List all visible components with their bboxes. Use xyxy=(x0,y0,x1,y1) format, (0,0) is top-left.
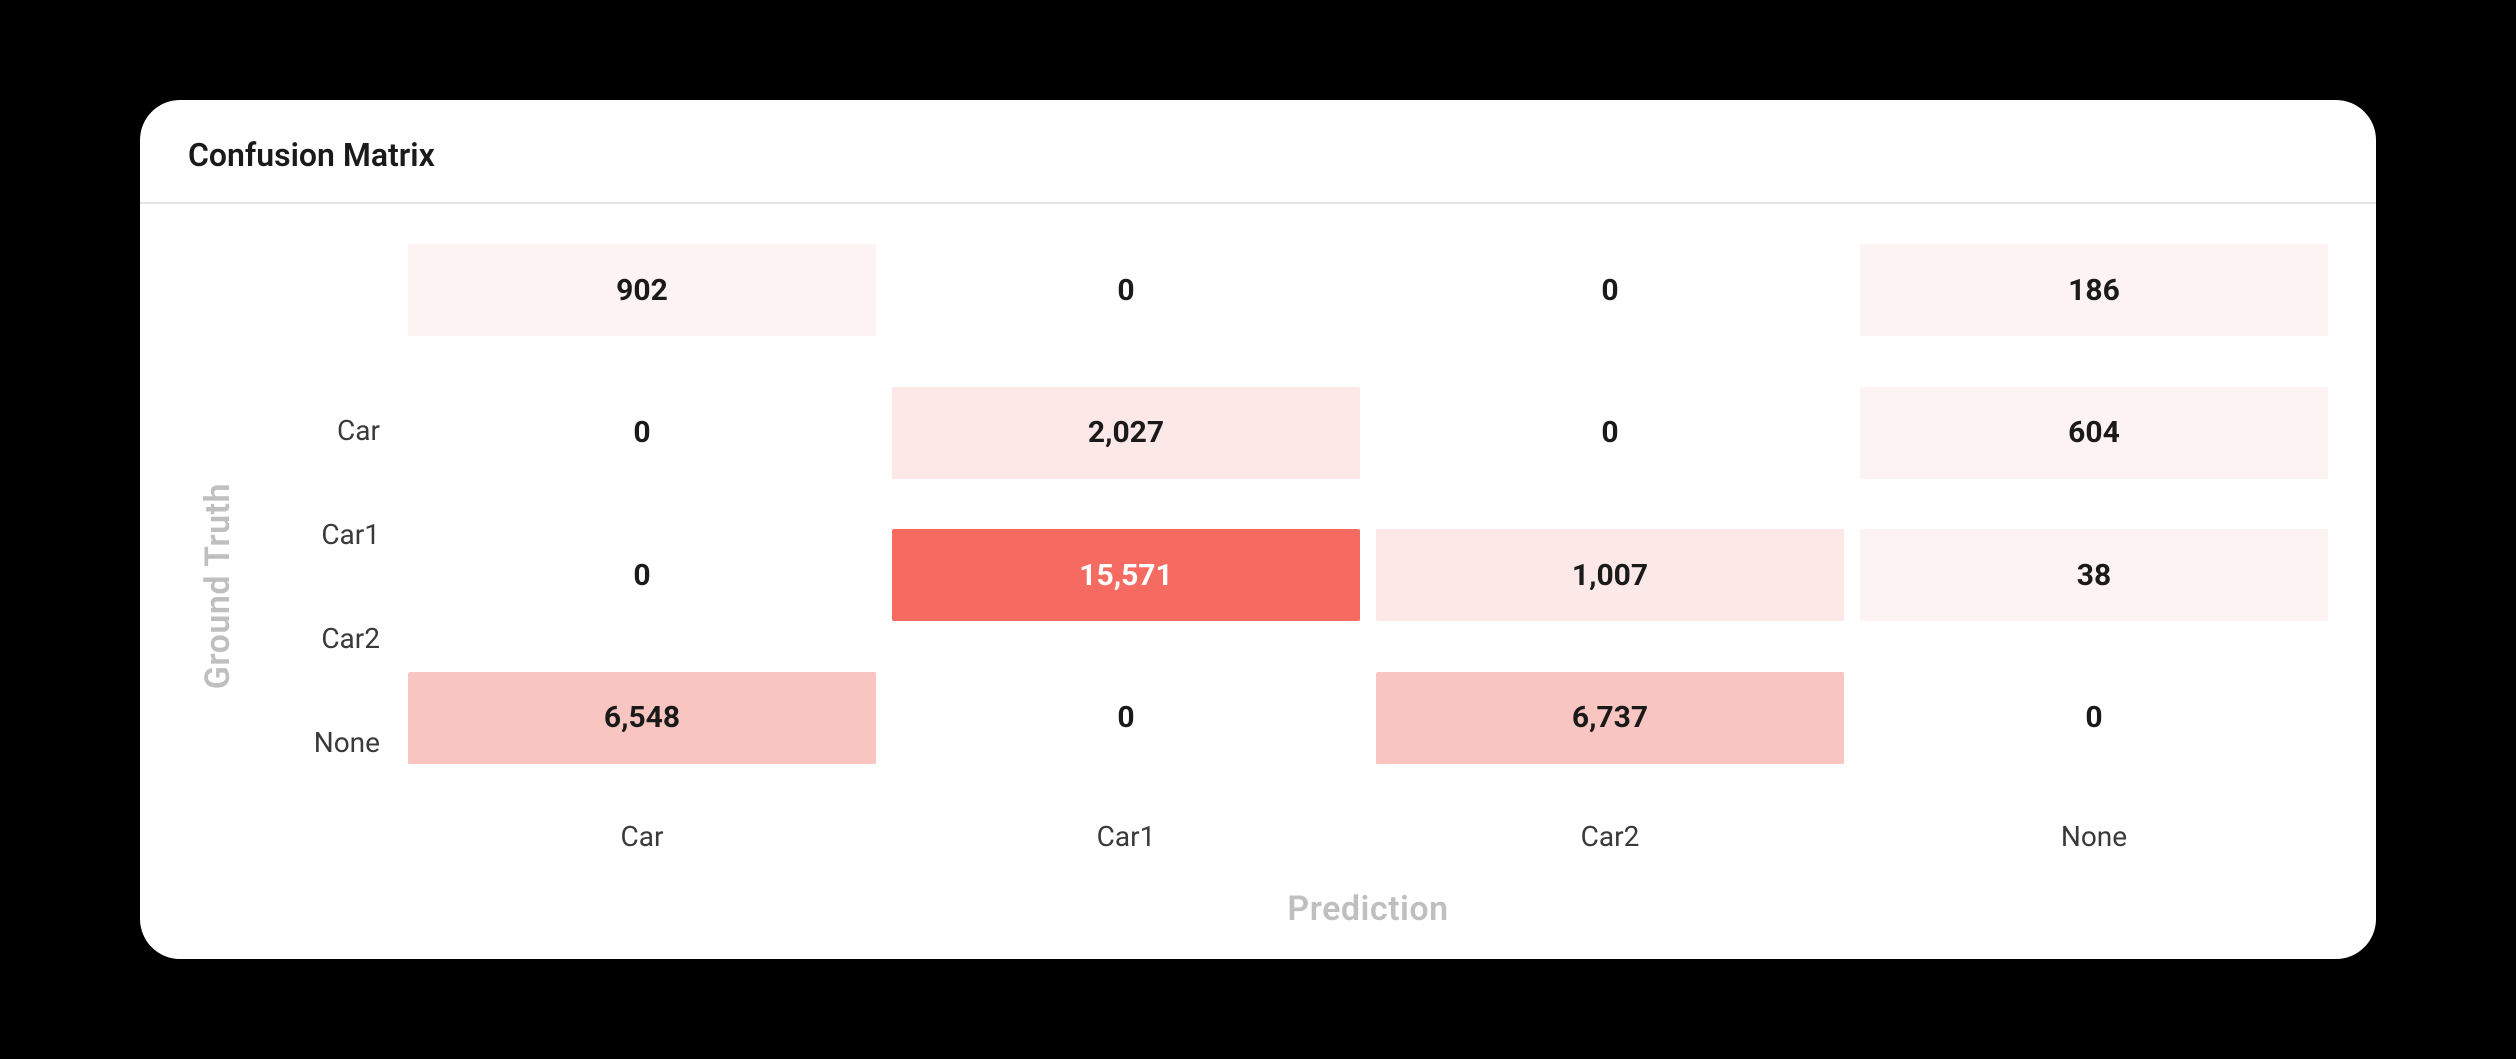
matrix-cell[interactable]: 0 xyxy=(1376,387,1844,479)
matrix-cell[interactable]: 15,571 xyxy=(892,529,1360,621)
grid-wrapper: 902 0 0 186 0 2,027 0 604 0 15,571 1,007… xyxy=(408,244,2328,929)
col-label: Car xyxy=(408,820,876,853)
matrix-cell[interactable]: 0 xyxy=(1860,672,2328,764)
row-label: None xyxy=(248,697,408,789)
col-labels: Car Car1 Car2 None xyxy=(408,820,2328,853)
matrix-cell[interactable]: 6,548 xyxy=(408,672,876,764)
col-label: Car2 xyxy=(1376,820,1844,853)
heatmap-grid: 902 0 0 186 0 2,027 0 604 0 15,571 1,007… xyxy=(408,244,2328,802)
matrix-cell[interactable]: 38 xyxy=(1860,529,2328,621)
matrix-area: Ground Truth Car Car1 Car2 None 902 0 0 … xyxy=(188,244,2328,929)
row-labels: Car Car1 Car2 None xyxy=(248,244,408,929)
row-label: Car2 xyxy=(248,593,408,685)
row-label: Car1 xyxy=(248,489,408,581)
matrix-cell[interactable]: 0 xyxy=(1376,244,1844,336)
col-label: None xyxy=(1860,820,2328,853)
card-header: Confusion Matrix xyxy=(140,100,2376,204)
y-axis-label: Ground Truth xyxy=(198,483,238,689)
x-axis-label: Prediction xyxy=(408,889,2328,929)
matrix-cell[interactable]: 2,027 xyxy=(892,387,1360,479)
confusion-matrix-card: Confusion Matrix Ground Truth Car Car1 C… xyxy=(140,100,2376,959)
y-axis-label-container: Ground Truth xyxy=(188,244,248,929)
col-label: Car1 xyxy=(892,820,1360,853)
matrix-cell[interactable]: 186 xyxy=(1860,244,2328,336)
card-body: Ground Truth Car Car1 Car2 None 902 0 0 … xyxy=(140,204,2376,959)
matrix-cell[interactable]: 1,007 xyxy=(1376,529,1844,621)
matrix-cell[interactable]: 0 xyxy=(408,529,876,621)
matrix-cell[interactable]: 902 xyxy=(408,244,876,336)
card-title: Confusion Matrix xyxy=(188,136,2328,174)
matrix-cell[interactable]: 6,737 xyxy=(1376,672,1844,764)
matrix-cell[interactable]: 0 xyxy=(892,672,1360,764)
matrix-cell[interactable]: 0 xyxy=(892,244,1360,336)
matrix-cell[interactable]: 604 xyxy=(1860,387,2328,479)
row-label: Car xyxy=(248,385,408,477)
matrix-cell[interactable]: 0 xyxy=(408,387,876,479)
